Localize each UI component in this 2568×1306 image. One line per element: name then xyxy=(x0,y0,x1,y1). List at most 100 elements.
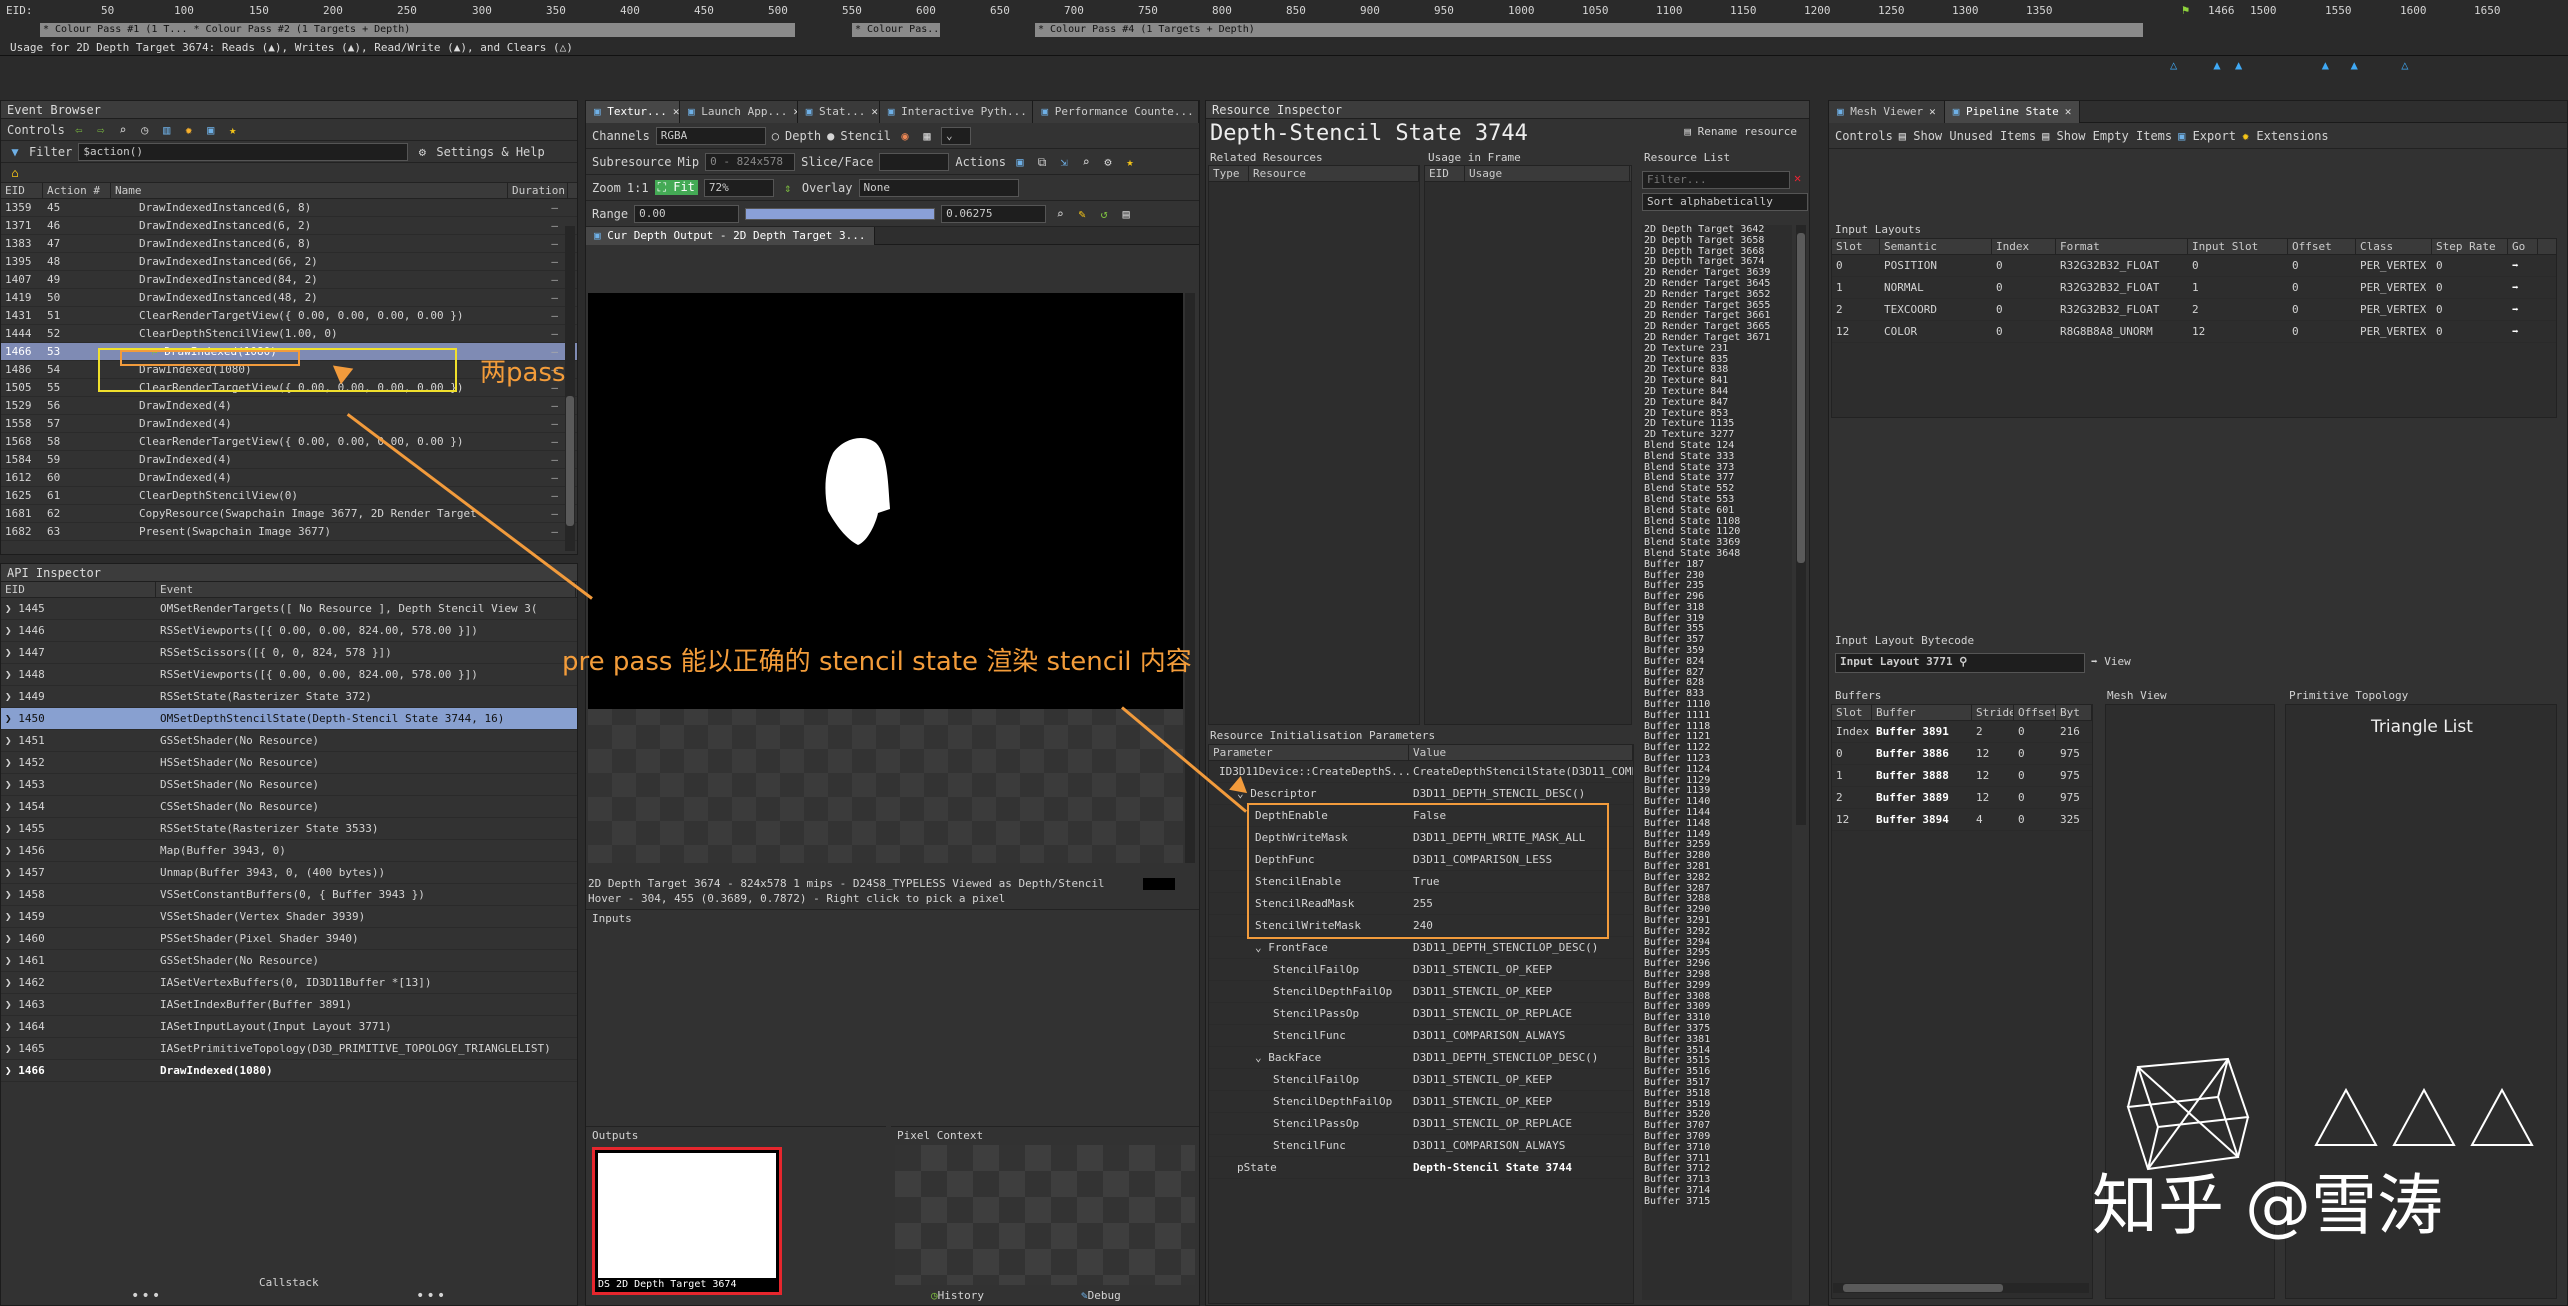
flip-icon[interactable]: ⇕ xyxy=(780,180,796,196)
layout-row[interactable]: 12 COLOR 0 R8G8B8A8_UNORM 12 0 PER_VERTEX 0 ➡ xyxy=(1832,321,2556,343)
event-row[interactable]: 1383 47 DrawIndexedInstanced(6, 8) — xyxy=(1,235,577,253)
expand-chevron-icon[interactable]: ❯ xyxy=(5,1042,18,1055)
expand-chevron-icon[interactable]: ❯ xyxy=(5,1064,18,1077)
debug-button[interactable]: ✎Debug xyxy=(1081,1289,1121,1302)
api-row[interactable]: ❯ 1465 IASetPrimitiveTopology(D3D_PRIMITI… xyxy=(1,1038,577,1060)
api-row[interactable]: ❯ 1457 Unmap(Buffer 3943, 0, (400 bytes)) xyxy=(1,862,577,884)
expand-chevron-icon[interactable]: ❯ xyxy=(5,844,18,857)
event-row[interactable]: 1682 63 Present(Swapchain Image 3677) — xyxy=(1,523,577,541)
col-value[interactable]: Value xyxy=(1409,745,1633,760)
api-row[interactable]: ❯ 1449 RSSetState(Rasterizer State 372) xyxy=(1,686,577,708)
expand-chevron-icon[interactable]: ❯ xyxy=(5,690,18,703)
bytecode-value[interactable]: Input Layout 3771 ⚲ xyxy=(1835,653,2085,673)
expand-chevron-icon[interactable]: ❯ xyxy=(5,756,18,769)
resource-list-item[interactable]: Buffer 3715 xyxy=(1642,1196,1792,1208)
api-row[interactable]: ❯ 1445 OMSetRenderTargets([ No Resource ]… xyxy=(1,598,577,620)
param-row[interactable]: ID3D11Device::CreateDepthS... CreateDepth… xyxy=(1209,761,1633,783)
expand-chevron-icon[interactable]: ❯ xyxy=(5,822,18,835)
layout-col[interactable]: Format xyxy=(2056,239,2188,254)
callstack-handle-2[interactable]: ••• xyxy=(416,1288,447,1304)
go-arrow-icon[interactable]: ➡ xyxy=(2508,255,2538,276)
expand-chevron-icon[interactable]: ❯ xyxy=(5,998,18,1011)
star-icon[interactable]: ★ xyxy=(1122,154,1138,170)
layout-row[interactable]: 2 TEXCOORD 0 R32G32B32_FLOAT 2 0 PER_VERTEX 0 ➡ xyxy=(1832,299,2556,321)
event-row[interactable]: 1395 48 DrawIndexedInstanced(66, 2) — xyxy=(1,253,577,271)
settings-gear-icon[interactable]: ⚙ xyxy=(414,144,430,160)
col-usage-eid[interactable]: EID xyxy=(1425,166,1465,181)
buffer-row[interactable]: 0 Buffer 3886 12 0 975 xyxy=(1832,743,2092,765)
expand-chevron-icon[interactable]: ❯ xyxy=(5,976,18,989)
histogram-icon[interactable]: ▤ xyxy=(1118,206,1134,222)
go-arrow-icon[interactable]: ➡ xyxy=(2508,321,2538,342)
expand-chevron-icon[interactable]: ❯ xyxy=(5,778,18,791)
resource-list-item[interactable]: 2D Depth Target 3658 xyxy=(1642,235,1792,247)
rename-resource-button[interactable]: ▤ Rename resource xyxy=(1684,125,1797,138)
buffer-col[interactable]: Offset xyxy=(2014,705,2056,720)
event-row[interactable]: 1419 50 DrawIndexedInstanced(48, 2) — xyxy=(1,289,577,307)
buffer-row[interactable]: Index Buffer 3891 2 0 216 xyxy=(1832,721,2092,743)
history-button[interactable]: ◷History xyxy=(931,1289,984,1302)
stats-icon[interactable]: ▥ xyxy=(159,122,175,138)
buffer-row[interactable]: 1 Buffer 3888 12 0 975 xyxy=(1832,765,2092,787)
layout-col[interactable]: Slot xyxy=(1832,239,1880,254)
api-row[interactable]: ❯ 1452 HSSetShader(No Resource) xyxy=(1,752,577,774)
reset-range-icon[interactable]: ↺ xyxy=(1096,206,1112,222)
resource-list-item[interactable]: 2D Render Target 3652 xyxy=(1642,289,1792,301)
texture-scrollbar-v[interactable] xyxy=(1185,293,1195,863)
go-arrow-icon[interactable]: ➡ xyxy=(2508,299,2538,320)
param-row[interactable]: StencilFunc D3D11_COMPARISON_ALWAYS xyxy=(1209,1025,1633,1047)
api-row[interactable]: ❯ 1448 RSSetViewports([{ 0.00, 0.00, 824.… xyxy=(1,664,577,686)
timeline-pass-3[interactable]: * Colour Pas... xyxy=(852,23,940,37)
expand-chevron-icon[interactable]: ❯ xyxy=(5,910,18,923)
tab-cur-depth-output[interactable]: ▣ Cur Depth Output - 2D Depth Target 3..… xyxy=(586,227,875,245)
param-row[interactable]: StencilPassOp D3D11_STENCIL_OP_REPLACE xyxy=(1209,1003,1633,1025)
api-row[interactable]: ❯ 1462 IASetVertexBuffers(0, ID3D11Buffer… xyxy=(1,972,577,994)
api-row[interactable]: ❯ 1446 RSSetViewports([{ 0.00, 0.00, 824.… xyxy=(1,620,577,642)
api-row[interactable]: ❯ 1456 Map(Buffer 3943, 0) xyxy=(1,840,577,862)
col-resource[interactable]: Resource xyxy=(1249,166,1419,181)
close-icon[interactable]: ✕ xyxy=(1929,105,1936,118)
param-row[interactable]: StencilDepthFailOp D3D11_STENCIL_OP_KEEP xyxy=(1209,1091,1633,1113)
expand-chevron-icon[interactable]: ❯ xyxy=(5,624,18,637)
zoom-select[interactable]: 72% xyxy=(703,178,774,197)
api-row[interactable]: ❯ 1447 RSSetScissors([{ 0, 0, 824, 578 }]… xyxy=(1,642,577,664)
range-max-input[interactable]: 0.06275 xyxy=(941,204,1047,223)
show-unused-button[interactable]: ▤ Show Unused Items xyxy=(1899,129,2036,143)
tab-statistics[interactable]: ▣ Stat... ✕ xyxy=(797,101,880,123)
settings-help-button[interactable]: Settings & Help xyxy=(436,145,544,159)
sort-select[interactable]: Sort alphabetically xyxy=(1642,193,1808,211)
col-duration[interactable]: Duration xyxy=(508,183,568,198)
col-action[interactable]: Action # xyxy=(43,183,111,198)
param-row[interactable]: ⌄ FrontFace D3D11_DEPTH_STENCILOP_DESC() xyxy=(1209,937,1633,959)
pixel-context-canvas[interactable] xyxy=(895,1145,1195,1285)
api-row[interactable]: ❯ 1455 RSSetState(Rasterizer State 3533) xyxy=(1,818,577,840)
tab-launch-app[interactable]: ▣ Launch App...✕ xyxy=(679,101,798,123)
tab-python-shell[interactable]: ▣ Interactive Pyth...✕ xyxy=(879,101,1034,123)
buffers-scrollbar-h[interactable] xyxy=(1833,1283,2089,1293)
texture-canvas[interactable] xyxy=(588,293,1183,863)
binoculars-icon[interactable]: ⌕ xyxy=(1078,154,1094,170)
param-row[interactable]: StencilPassOp D3D11_STENCIL_OP_REPLACE xyxy=(1209,1113,1633,1135)
callstack-handle[interactable]: ••• xyxy=(131,1288,162,1304)
gear-icon[interactable]: ⚙ xyxy=(1100,154,1116,170)
stencil-radio[interactable]: ● xyxy=(827,129,834,143)
layout-col[interactable]: Offset xyxy=(2288,239,2356,254)
layout-row[interactable]: 0 POSITION 0 R32G32B32_FLOAT 0 0 PER_VERTEX 0 ➡ xyxy=(1832,255,2556,277)
slice-select[interactable] xyxy=(879,152,950,171)
layout-row[interactable]: 1 NORMAL 0 R32G32B32_FLOAT 1 0 PER_VERTEX 0 ➡ xyxy=(1832,277,2556,299)
tab-pipeline-state[interactable]: ▣ Pipeline State ✕ xyxy=(1944,101,2081,123)
layout-col[interactable]: Index xyxy=(1992,239,2056,254)
buffer-col[interactable]: Buffer xyxy=(1872,705,1972,720)
go-arrow-icon[interactable]: ➡ xyxy=(2508,277,2538,298)
range-slider[interactable] xyxy=(745,207,936,220)
expand-chevron-icon[interactable]: ⌄ xyxy=(1255,941,1268,954)
timing-icon[interactable]: ◷ xyxy=(137,122,153,138)
col-usage[interactable]: Usage xyxy=(1465,166,1630,181)
resource-list-item[interactable]: 2D Texture 231 xyxy=(1642,343,1792,355)
expand-chevron-icon[interactable]: ❯ xyxy=(5,602,18,615)
event-row[interactable]: 1371 46 DrawIndexedInstanced(6, 2) — xyxy=(1,217,577,235)
save-icon[interactable]: ▣ xyxy=(203,122,219,138)
timeline-bar[interactable]: EID: 50 100 150 200 250 300 350 400 450 500 550 600… xyxy=(0,0,2568,56)
bookmark-icon[interactable]: ★ xyxy=(225,122,241,138)
resource-list-item[interactable]: Buffer 3710 xyxy=(1642,1142,1792,1154)
